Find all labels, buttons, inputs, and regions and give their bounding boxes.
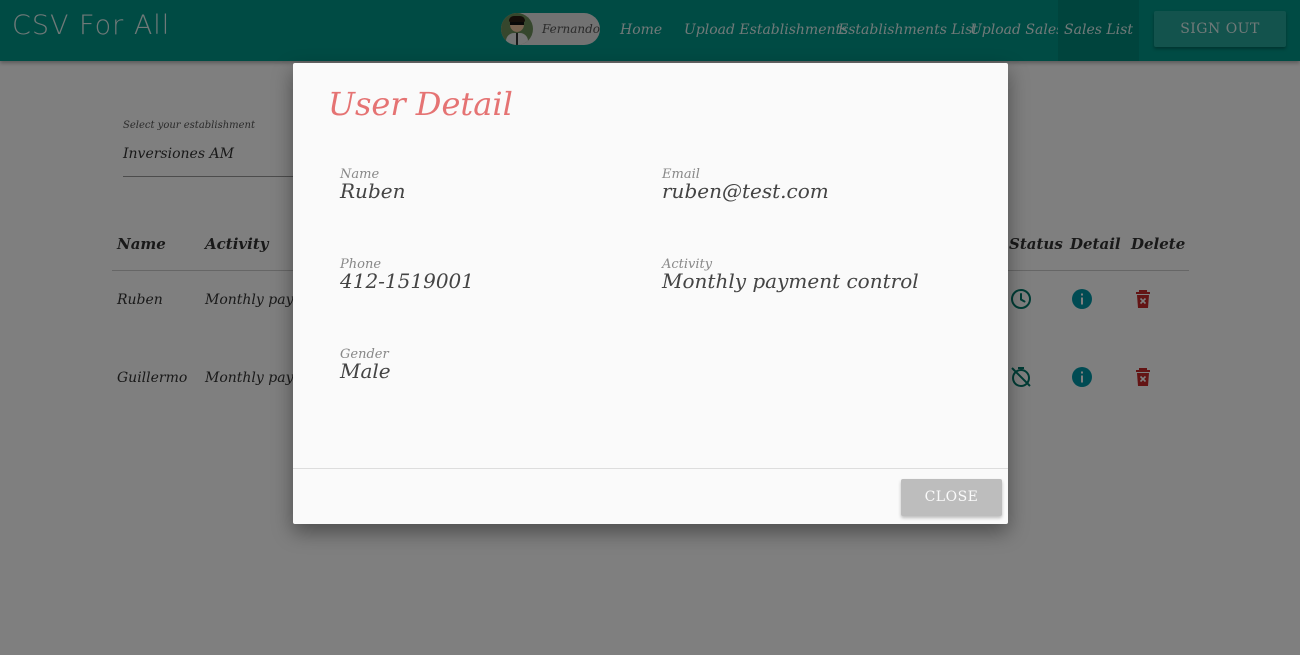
close-button[interactable]: CLOSE [901, 479, 1002, 516]
email-value: ruben@test.com [662, 179, 829, 203]
phone-value: 412-1519001 [340, 269, 475, 293]
user-detail-modal: User Detail Name Ruben Email ruben@test.… [293, 63, 1008, 524]
modal-title: User Detail [328, 85, 513, 123]
name-value: Ruben [340, 179, 406, 203]
activity-value: Monthly payment control [662, 269, 919, 293]
modal-footer-divider [293, 468, 1008, 469]
gender-value: Male [340, 359, 391, 383]
